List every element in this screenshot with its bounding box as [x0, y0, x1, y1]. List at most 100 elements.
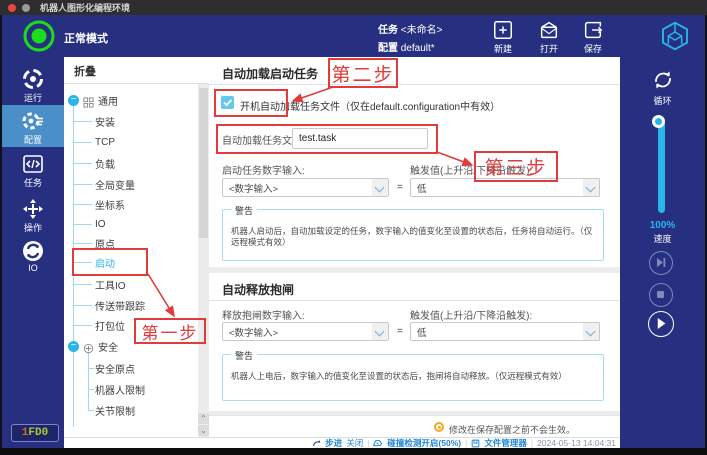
save-button[interactable]: 保存 — [573, 19, 613, 55]
tree-label: 安全 — [98, 339, 118, 354]
tree-node-robot-limit[interactable]: 机器人限制 — [95, 381, 145, 397]
play-icon — [649, 312, 672, 335]
task-value: <未命名> — [401, 25, 443, 36]
new-button[interactable]: 新建 — [483, 19, 523, 55]
header-bar: 正常模式 任务 <未命名> 配置 default* 新建 打开 保存 — [2, 15, 705, 57]
nav-item-config[interactable]: 配置 — [2, 105, 64, 147]
separator: | — [367, 438, 369, 448]
app-window: 机器人图形化编程环境 正常模式 任务 <未命名> 配置 default* 新建 — [0, 0, 707, 455]
tree-node-global-vars[interactable]: 全局变量 — [95, 176, 135, 192]
digital-input-dropdown[interactable]: <数字输入> — [222, 178, 389, 197]
task-label: 任务 — [378, 25, 398, 36]
tree-stub — [73, 305, 92, 306]
autoload-section: 自动加载启动任务 开机自动加载任务文件（仅在default.configurat… — [209, 57, 620, 267]
collapse-header[interactable]: 折叠 — [74, 63, 96, 79]
config-row: 配置 default* — [378, 39, 435, 54]
nav-task-label: 任务 — [2, 176, 64, 189]
save-icon — [573, 19, 613, 41]
tree-label: 打包位 — [95, 318, 125, 333]
autoload-section-title: 自动加载启动任务 — [222, 65, 318, 82]
collapse-minus-icon[interactable]: − — [68, 341, 79, 352]
tree-label: 工具IO — [95, 277, 126, 292]
tree-stub — [73, 163, 92, 164]
tree-label: 安全原点 — [95, 361, 135, 376]
tree-label: 关节限制 — [95, 403, 135, 418]
chevron-down-icon — [372, 179, 388, 196]
tree-label: 机器人限制 — [95, 382, 145, 397]
tree-node-joint-limit[interactable]: 关节限制 — [95, 402, 135, 418]
warning-text: 机器人上电后，数字输入的值变化至设置的状态后，抱闸将自动释放。（仅远程模式有效） — [231, 371, 597, 382]
step-forward-button[interactable] — [649, 251, 673, 275]
nav-item-io[interactable]: IO — [2, 237, 64, 277]
loop-icon[interactable] — [650, 67, 676, 93]
autoload-checkbox[interactable] — [221, 96, 234, 109]
tree-node-conveyor[interactable]: 传送带跟踪 — [95, 297, 145, 313]
tree-scrollbar[interactable]: ⌃ ⌄ — [198, 84, 209, 437]
collapse-minus-icon[interactable]: − — [68, 95, 79, 106]
autoload-checkbox-label: 开机自动加载任务文件（仅在default.configuration中有效） — [240, 98, 500, 113]
tree-node-install[interactable]: 安装 — [95, 113, 115, 129]
tree-trunk-line — [73, 100, 74, 427]
nav-item-run[interactable]: 运行 — [2, 65, 64, 105]
warning-box: 警告 机器人上电后，数字输入的值变化至设置的状态后，抱闸将自动释放。（仅远程模式… — [222, 354, 604, 401]
chevron-down-icon — [583, 179, 599, 196]
tree-stub — [73, 121, 92, 122]
tree-node-startup[interactable]: 启动 — [95, 254, 115, 270]
tree-node-tcp[interactable]: TCP — [95, 134, 115, 150]
chevron-down-icon — [583, 323, 599, 340]
speed-slider-track[interactable] — [658, 121, 665, 213]
brake-section-title: 自动释放抱闸 — [222, 281, 294, 298]
tree-label-active: 启动 — [95, 255, 115, 270]
right-control-panel: 循环 100% 速度 — [620, 57, 705, 448]
tree-stub — [73, 262, 92, 263]
task-file-input[interactable] — [292, 128, 428, 149]
left-nav: 运行 配置 任务 操作 IO 1FD0 — [2, 57, 64, 448]
trigger-value-dropdown[interactable]: 低 — [410, 178, 600, 197]
warning-title: 警告 — [231, 349, 257, 362]
nav-item-task[interactable]: 任务 — [2, 150, 64, 190]
trigger-label: 触发值(上升沿/下降沿触发): — [410, 307, 532, 322]
new-file-icon — [483, 19, 523, 41]
tree-node-io[interactable]: IO — [95, 216, 106, 232]
minimize-window-icon[interactable] — [22, 4, 30, 12]
open-button[interactable]: 打开 — [529, 19, 569, 55]
tree-label: 全局变量 — [95, 177, 135, 192]
notice-text: 修改在保存配置之前不会生效。 — [449, 423, 575, 436]
nav-io-label: IO — [2, 263, 64, 273]
tree-node-payload[interactable]: 负载 — [95, 155, 115, 171]
tree-node-general[interactable]: − 通用 — [68, 92, 118, 108]
config-label: 配置 — [378, 43, 398, 54]
brake-digital-input-dropdown[interactable]: <数字输入> — [222, 322, 389, 341]
brand-logo-icon — [659, 20, 691, 52]
tree-node-tool-io[interactable]: 工具IO — [95, 276, 126, 292]
open-envelope-icon — [529, 19, 569, 41]
code-icon — [2, 152, 64, 176]
brake-section: 自动释放抱闸 释放抱闸数字输入: 触发值(上升沿/下降沿触发): <数字输入> … — [209, 273, 620, 411]
tree-node-home[interactable]: 原点 — [95, 235, 115, 251]
tree-stub — [88, 368, 94, 369]
stop-button[interactable] — [649, 283, 673, 307]
tree-node-safety[interactable]: − 安全 — [68, 338, 118, 354]
io-icon — [2, 239, 64, 263]
tree-node-coordinate[interactable]: 坐标系 — [95, 196, 125, 212]
warning-box: 警告 机器人启动后，自动加载设定的任务，数字输入的值变化至设置的状态后，任务将自… — [222, 209, 604, 261]
speed-slider-knob[interactable] — [652, 115, 665, 128]
tree-stub — [73, 243, 92, 244]
close-window-icon[interactable] — [8, 4, 16, 12]
nav-config-label: 配置 — [2, 133, 64, 146]
brake-trigger-dropdown[interactable]: 低 — [410, 322, 600, 341]
main-content: 自动加载启动任务 开机自动加载任务文件（仅在default.configurat… — [209, 57, 620, 437]
scroll-down-icon[interactable]: ⌄ — [198, 425, 209, 436]
nav-item-operate[interactable]: 操作 — [2, 195, 64, 235]
scroll-up-icon[interactable]: ⌃ — [198, 413, 209, 424]
tree-label: 传送带跟踪 — [95, 298, 145, 313]
tree-stub — [88, 410, 94, 411]
tree-label: TCP — [95, 137, 115, 148]
tree-scrollbar-thumb[interactable] — [199, 88, 208, 238]
chevron-down-icon — [372, 323, 388, 340]
tree-node-safety-home[interactable]: 安全原点 — [95, 360, 135, 376]
safety-target-icon — [83, 341, 94, 352]
move-arrows-icon — [2, 197, 64, 221]
play-button[interactable] — [648, 311, 674, 337]
tree-node-pack-pos[interactable]: 打包位 — [95, 317, 125, 333]
